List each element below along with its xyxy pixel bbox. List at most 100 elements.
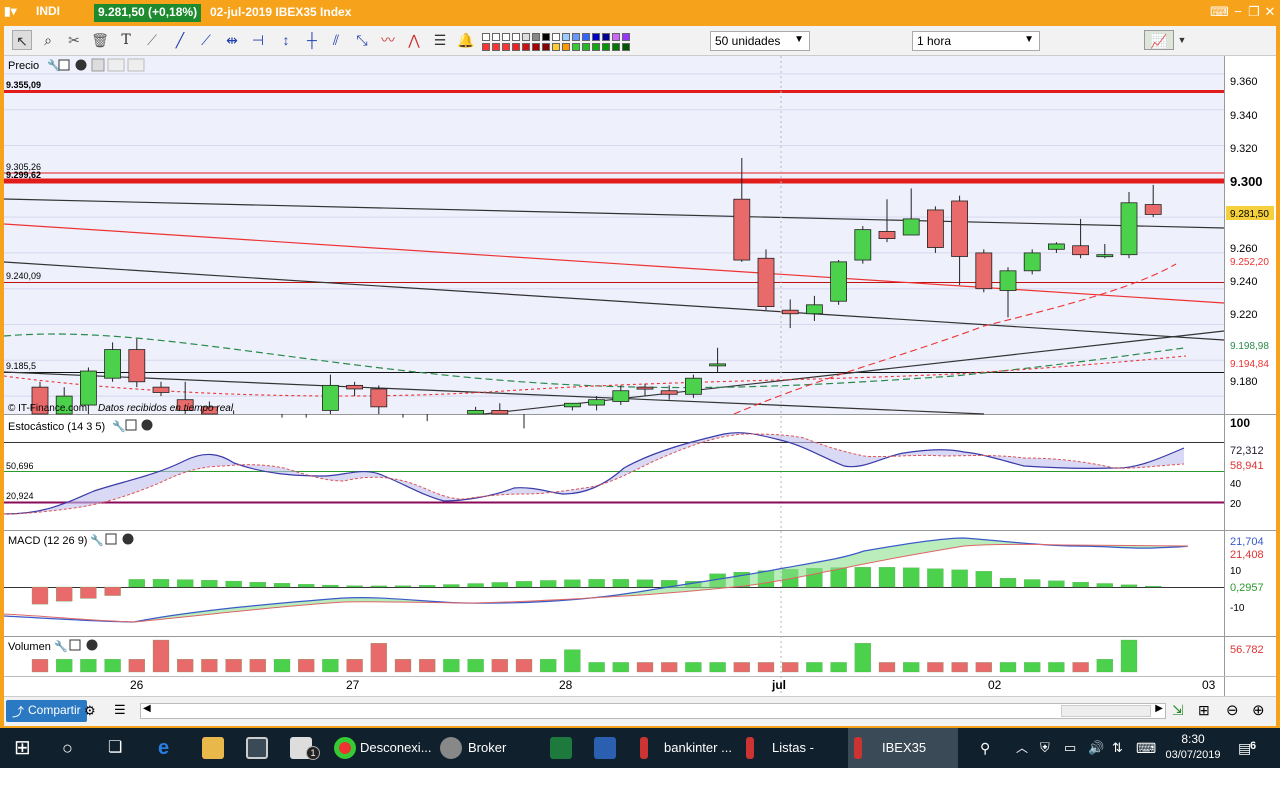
color-swatch[interactable] — [522, 43, 530, 51]
horizontal-segment-icon[interactable]: ⇹ — [222, 30, 242, 50]
scroll-thumb[interactable] — [1061, 705, 1151, 717]
color-swatch[interactable] — [592, 43, 600, 51]
color-swatch[interactable] — [562, 33, 570, 41]
color-swatch[interactable] — [502, 43, 510, 51]
close-icon[interactable] — [75, 59, 87, 71]
text-tool-icon[interactable]: T — [116, 30, 136, 50]
color-swatch[interactable] — [532, 43, 540, 51]
horizontal-line-icon[interactable]: ⊣ — [248, 30, 268, 50]
vertical-segment-icon[interactable]: ↕ — [276, 30, 296, 50]
move-down-icon[interactable] — [127, 58, 145, 72]
color-swatch[interactable] — [492, 43, 500, 51]
color-swatch[interactable] — [512, 33, 520, 41]
channel-tool-icon[interactable]: ⫽ — [326, 30, 346, 50]
minimize-icon[interactable]: − — [1230, 4, 1246, 20]
color-swatch[interactable] — [502, 33, 510, 41]
color-swatch[interactable] — [582, 43, 590, 51]
alert-bell-icon[interactable]: 🔔 — [456, 30, 476, 50]
volume-icon[interactable]: 🔊 — [1088, 728, 1104, 768]
store-icon[interactable] — [246, 737, 268, 759]
color-swatch[interactable] — [622, 33, 630, 41]
list-icon[interactable]: ☰ — [114, 702, 126, 718]
color-swatch[interactable] — [482, 33, 490, 41]
color-swatch[interactable] — [522, 33, 530, 41]
color-swatch[interactable] — [612, 43, 620, 51]
app-menu-icon[interactable]: ▮▾ — [4, 4, 17, 18]
taskbar-item-listas[interactable]: Listas - Mi... — [742, 728, 842, 795]
indicators-icon[interactable]: ⚙ — [84, 703, 96, 719]
maximize-icon[interactable]: ❐ — [1246, 4, 1262, 20]
zoom-out-icon[interactable]: ⊖ — [1226, 701, 1239, 719]
wrench-icon[interactable]: 🔧 — [112, 419, 126, 433]
word-icon[interactable] — [594, 737, 616, 759]
search-icon[interactable]: ○ — [62, 728, 73, 768]
color-swatch[interactable] — [482, 43, 490, 51]
wave-tool-icon[interactable]: 〰 — [378, 30, 398, 50]
close-icon[interactable] — [141, 419, 153, 431]
keyboard-icon[interactable]: ⌨ — [1210, 4, 1229, 20]
color-swatch[interactable] — [562, 43, 570, 51]
color-swatch[interactable] — [582, 33, 590, 41]
move-up-icon[interactable] — [107, 58, 125, 72]
vertical-line-icon[interactable]: ┼ — [302, 30, 322, 50]
zoom-icon[interactable]: ⌕ — [38, 30, 58, 50]
clock-date[interactable]: 03/07/2019 — [1160, 749, 1226, 761]
battery-icon[interactable]: ▭ — [1064, 728, 1076, 768]
color-swatch[interactable] — [572, 33, 580, 41]
edge-icon[interactable]: e — [158, 728, 169, 768]
excel-icon[interactable] — [550, 737, 572, 759]
color-swatch[interactable] — [552, 33, 560, 41]
pointer-icon[interactable]: ↖ — [12, 30, 32, 50]
windows-start-icon[interactable]: ⊞ — [14, 728, 31, 768]
color-swatch[interactable] — [512, 43, 520, 51]
chart-type-icon[interactable]: 📈 — [1144, 30, 1174, 50]
color-swatch[interactable] — [532, 33, 540, 41]
color-swatch[interactable] — [602, 43, 610, 51]
zoom-in-icon[interactable]: ⊕ — [1252, 701, 1265, 719]
color-swatch[interactable] — [552, 43, 560, 51]
zoom-fit-icon[interactable]: ⊞ — [1198, 702, 1210, 719]
task-view-icon[interactable]: ❏ — [108, 728, 122, 768]
chevron-down-icon[interactable]: ▼ — [1176, 30, 1188, 50]
color-swatch[interactable] — [592, 33, 600, 41]
taskbar-item-chrome[interactable]: Desconexi... — [330, 728, 432, 768]
color-swatch[interactable] — [572, 43, 580, 51]
network-icon[interactable]: ⇅ — [1112, 728, 1123, 768]
close-icon[interactable] — [86, 639, 98, 651]
close-icon[interactable] — [122, 533, 134, 545]
fibonacci-icon[interactable]: ⤡ — [352, 30, 372, 50]
scroll-right-icon[interactable]: ▶ — [1155, 703, 1163, 714]
trash-icon[interactable]: 🗑 — [90, 30, 110, 50]
auto-scale-icon[interactable]: ⇲ — [1172, 702, 1184, 719]
add-indicator-icon[interactable] — [91, 58, 105, 72]
security-icon[interactable]: ⛨ — [1040, 728, 1050, 768]
interval-select[interactable]: 1 hora ▼ — [912, 31, 1040, 51]
panel-window-icon[interactable] — [58, 59, 70, 71]
panel-window-icon[interactable] — [69, 639, 81, 651]
scroll-left-icon[interactable]: ◀ — [143, 703, 151, 714]
units-select[interactable]: 50 unidades ▼ — [710, 31, 810, 51]
color-swatch[interactable] — [492, 33, 500, 41]
panel-window-icon[interactable] — [105, 533, 117, 545]
clock-time[interactable]: 8:30 — [1160, 732, 1226, 746]
tools-icon[interactable]: ✂ — [64, 30, 84, 50]
line-tool-icon[interactable]: ╱ — [170, 30, 190, 50]
ray-tool-icon[interactable]: ⟋ — [196, 30, 216, 50]
color-swatch[interactable] — [612, 33, 620, 41]
pattern-tool-icon[interactable]: ⋀ — [404, 30, 424, 50]
taskbar-item-broker[interactable]: Broker Grá... — [436, 728, 536, 795]
color-swatch[interactable] — [622, 43, 630, 51]
taskbar-item-bankinter[interactable]: bankinter ... — [636, 728, 734, 768]
wrench-icon[interactable]: 🔧 — [54, 639, 68, 653]
share-button[interactable]: ⤴ Compartir — [6, 700, 87, 722]
people-icon[interactable]: ⚲ — [980, 728, 990, 768]
chevron-up-icon[interactable]: ︿ — [1016, 728, 1028, 768]
color-swatch[interactable] — [542, 33, 550, 41]
levels-tool-icon[interactable]: ☰ — [430, 30, 450, 50]
taskbar-item-ibex35[interactable]: IBEX35 Ind... — [848, 728, 958, 795]
ruler-icon[interactable]: ⟋ — [142, 30, 162, 50]
file-explorer-icon[interactable] — [202, 737, 224, 759]
color-swatch[interactable] — [602, 33, 610, 41]
panel-window-icon[interactable] — [125, 419, 137, 431]
wrench-icon[interactable]: 🔧 — [90, 533, 104, 547]
